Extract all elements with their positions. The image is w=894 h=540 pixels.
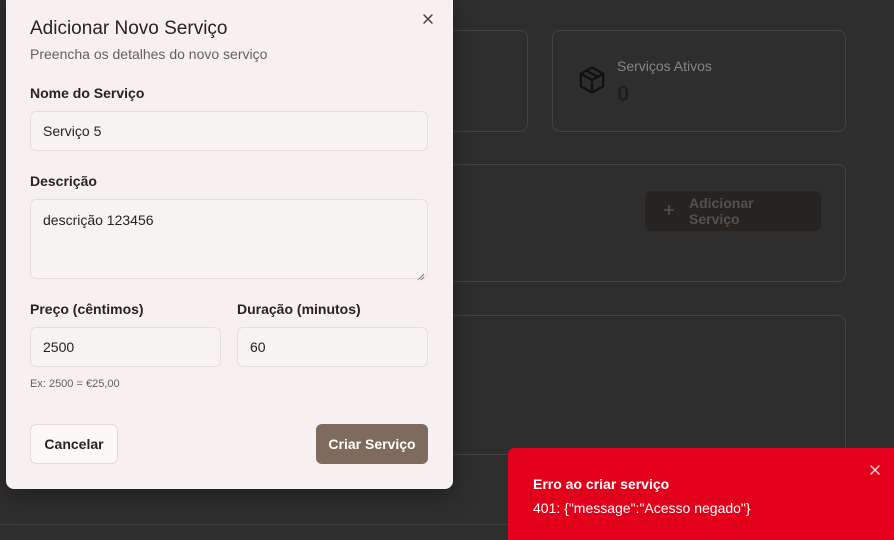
duration-value: 60: [250, 339, 266, 355]
toast-message: 401: {"message":"Acesso negado"}: [533, 500, 751, 516]
add-service-button[interactable]: Adicionar Serviço: [645, 191, 821, 231]
box-icon: [577, 65, 607, 95]
service-name-input[interactable]: Serviço 5: [30, 111, 428, 151]
duration-input[interactable]: 60: [237, 327, 428, 367]
toast-close-icon[interactable]: [869, 463, 881, 475]
error-toast: Erro ao criar serviço 401: {"message":"A…: [508, 448, 894, 540]
stat-value: 0: [617, 81, 630, 106]
price-hint: Ex: 2500 = €25,00: [30, 378, 120, 390]
stat-label: Serviços Ativos: [617, 58, 712, 74]
cancel-button[interactable]: Cancelar: [30, 424, 118, 464]
services-list-card: [420, 315, 846, 455]
price-input[interactable]: 2500: [30, 327, 221, 367]
description-value: descrição 123456: [43, 212, 154, 228]
add-service-dialog: Adicionar Novo Serviço Preencha os detal…: [6, 0, 453, 489]
stat-card-active-services: Serviços Ativos 0: [552, 30, 846, 132]
plus-icon: [663, 203, 675, 219]
add-service-label: Adicionar Serviço: [689, 195, 754, 227]
description-label: Descrição: [30, 173, 97, 189]
resize-grip-icon[interactable]: [417, 268, 425, 281]
description-textarea[interactable]: descrição 123456: [30, 199, 428, 281]
service-name-label: Nome do Serviço: [30, 85, 145, 101]
actions-card: Adicionar Serviço: [420, 164, 846, 282]
price-value: 2500: [43, 339, 75, 355]
toast-title: Erro ao criar serviço: [533, 476, 670, 492]
service-name-value: Serviço 5: [43, 123, 102, 139]
duration-label: Duração (minutos): [237, 301, 361, 317]
dialog-title: Adicionar Novo Serviço: [30, 18, 228, 39]
create-service-button[interactable]: Criar Serviço: [316, 424, 428, 464]
dialog-subtitle: Preencha os detalhes do novo serviço: [30, 46, 268, 62]
price-label: Preço (cêntimos): [30, 301, 144, 317]
close-icon[interactable]: [420, 11, 436, 27]
